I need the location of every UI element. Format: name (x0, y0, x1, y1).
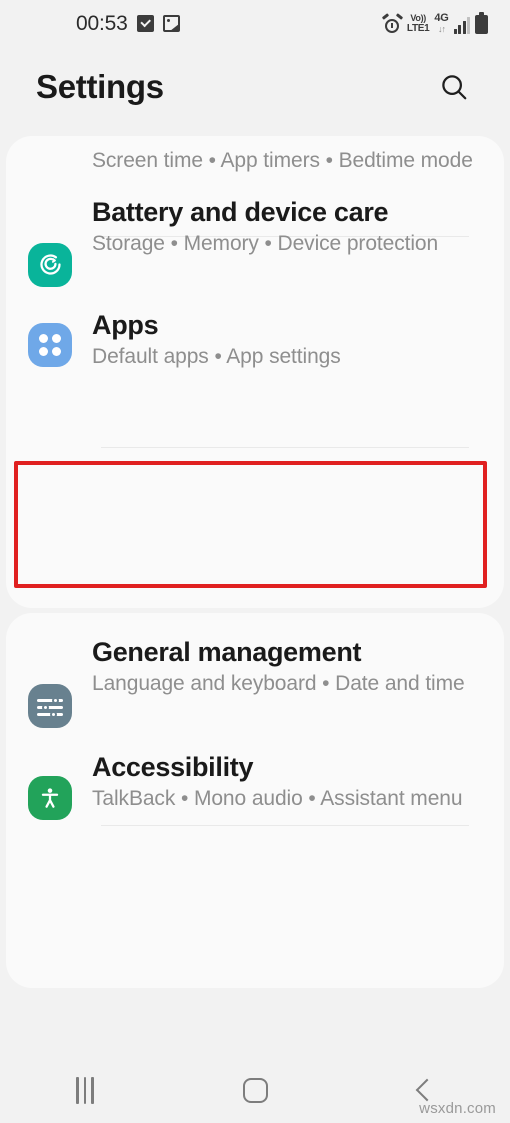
device-care-text: Battery and device care Storage • Memory… (92, 197, 484, 258)
volte-icon: Vo)) LTE1 (406, 12, 430, 34)
settings-item-digital-wellbeing[interactable]: Screen time • App timers • Bedtime mode (6, 136, 504, 175)
signal-icon (453, 16, 470, 34)
page-title: Settings (36, 68, 164, 105)
accessibility-person-icon (28, 776, 72, 820)
settings-item-general-management[interactable]: General management Language and keyboard… (6, 613, 504, 728)
device-care-icon (28, 242, 72, 287)
device-care-glyph (39, 254, 61, 275)
accessibility-icon-slot (28, 776, 72, 820)
4g-icon: 4G ↓↑ (434, 11, 449, 34)
settings-item-title: Battery and device care (92, 196, 389, 227)
digital-wellbeing-text: Screen time • App timers • Bedtime mode (92, 148, 484, 175)
settings-item-battery-and-device-care[interactable]: Battery and device care Storage • Memory… (6, 175, 504, 287)
settings-item-subtitle: Storage • Memory • Device protection (92, 232, 439, 256)
apps-text: Apps Default apps • App settings (92, 310, 484, 371)
alarm-icon (381, 12, 404, 34)
check-badge-icon (136, 14, 154, 32)
sliders-icon (28, 684, 72, 728)
network-type-label: 4G (434, 11, 449, 24)
search-icon (442, 75, 467, 100)
apps-grid-icon (28, 322, 72, 367)
status-bar-left: 00:53 (76, 13, 180, 34)
status-bar: 00:53 Vo)) LTE1 4G ↓↑ (0, 0, 510, 46)
settings-item-subtitle: Language and keyboard • Date and time (92, 672, 465, 696)
search-button[interactable] (432, 65, 476, 109)
settings-item-apps[interactable]: Apps Default apps • App settings (6, 287, 504, 371)
settings-item-title: General management (92, 637, 362, 667)
watermark: wsxdn.com (419, 1100, 496, 1117)
status-bar-clock: 00:53 (76, 11, 128, 35)
divider (101, 825, 469, 826)
accessibility-text: Accessibility TalkBack • Mono audio • As… (92, 752, 484, 813)
volte-line-1: Vo)) (410, 12, 426, 23)
data-arrows-icon: ↓↑ (437, 23, 446, 34)
app-bar-actions (432, 65, 476, 109)
home-button[interactable] (170, 1057, 340, 1123)
settings-card-group-1: Screen time • App timers • Bedtime mode … (6, 136, 504, 608)
settings-item-title: Apps (92, 309, 159, 340)
settings-item-subtitle: TalkBack • Mono audio • Assistant menu (92, 787, 463, 811)
recents-icon (76, 1076, 94, 1104)
divider (101, 447, 469, 448)
app-bar: Settings (0, 46, 510, 128)
status-bar-right: Vo)) LTE1 4G ↓↑ (381, 11, 488, 34)
settings-item-subtitle: Default apps • App settings (92, 345, 341, 369)
battery-icon (475, 11, 488, 34)
general-management-text: General management Language and keyboard… (92, 637, 484, 698)
settings-card-group-2: General management Language and keyboard… (6, 613, 504, 988)
settings-item-subtitle: Screen time • App timers • Bedtime mode (92, 149, 473, 172)
apps-grid-dots (39, 333, 61, 356)
general-management-icon-slot (28, 684, 72, 728)
apps-icon-slot (28, 322, 72, 367)
device-care-icon-slot (28, 242, 72, 287)
sliders-glyph (37, 695, 63, 718)
home-icon (242, 1077, 268, 1103)
recents-button[interactable] (0, 1057, 170, 1123)
settings-scroll-area[interactable]: Screen time • App timers • Bedtime mode … (0, 128, 510, 1123)
back-icon (415, 1078, 439, 1102)
accessibility-glyph (41, 788, 59, 808)
volte-line-2: LTE1 (406, 22, 430, 34)
settings-item-accessibility[interactable]: Accessibility TalkBack • Mono audio • As… (6, 728, 504, 820)
gallery-icon (162, 14, 180, 32)
settings-item-title: Accessibility (92, 752, 254, 782)
